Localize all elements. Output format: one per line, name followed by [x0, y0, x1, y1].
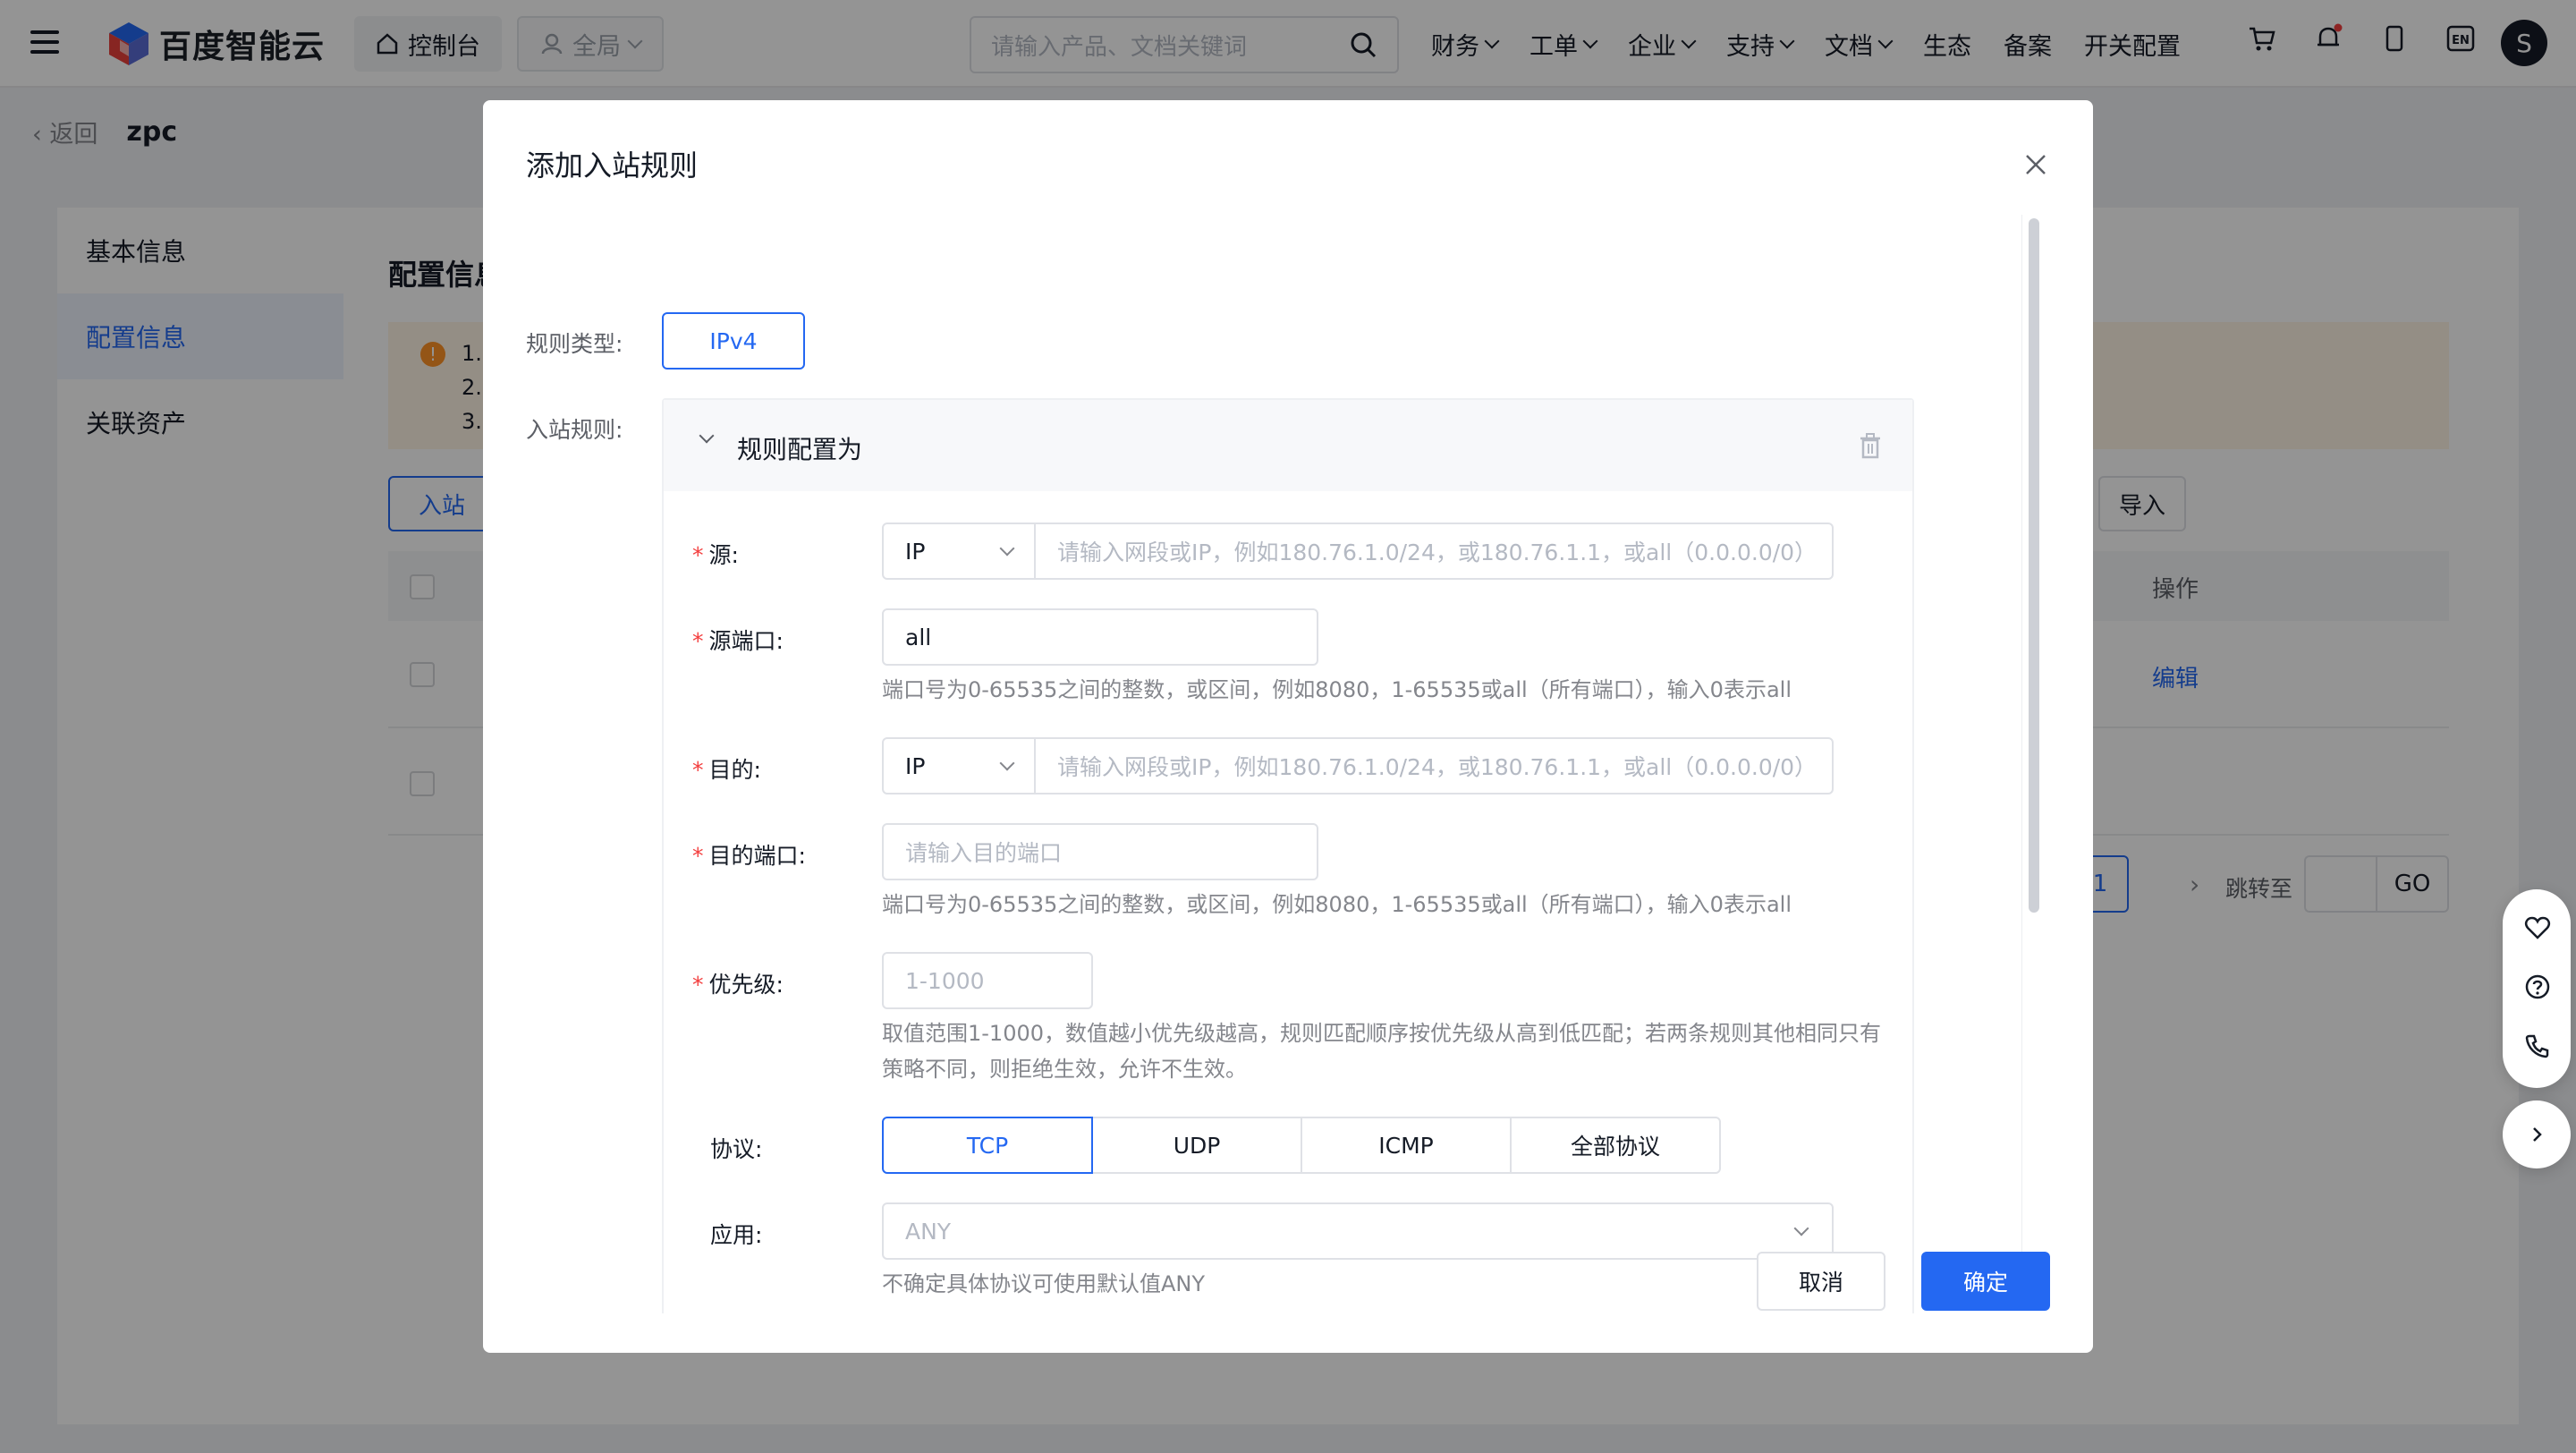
source-input[interactable]: 请输入网段或IP，例如180.76.1.0/24，或180.76.1.1，或al…	[1036, 535, 1817, 567]
expand-toolbar-button[interactable]	[2503, 1100, 2571, 1168]
heart-icon[interactable]	[2524, 914, 2551, 941]
dest-type-select[interactable]: IP	[884, 739, 1036, 793]
rule-panel-header[interactable]: 规则配置为	[664, 400, 1912, 491]
priority-hint-line2: 策略不同，则拒绝生效，允许不生效。	[882, 1057, 1247, 1082]
chevron-right-icon	[2533, 1127, 2542, 1142]
dest-port-label: * 目的端口:	[692, 843, 806, 869]
source-field: IP 请输入网段或IP，例如180.76.1.0/24，或180.76.1.1，…	[882, 523, 1834, 580]
protocol-option-all[interactable]: 全部协议	[1510, 1117, 1721, 1174]
chevron-down-icon	[1793, 1220, 1809, 1236]
source-port-label: * 源端口:	[692, 628, 784, 654]
app-value: ANY	[905, 1218, 952, 1245]
rule-config-panel: 规则配置为 * 源: IP 请输入网段或IP，例如180.76.1.0/24，或1…	[662, 398, 1914, 1313]
app-label: 应用:	[710, 1222, 763, 1248]
dest-port-placeholder: 请输入目的端口	[905, 840, 1063, 866]
cancel-button[interactable]: 取消	[1757, 1252, 1885, 1311]
help-icon[interactable]	[2524, 973, 2551, 1000]
protocol-option-icmp[interactable]: ICMP	[1301, 1117, 1512, 1174]
inbound-rule-label: 入站规则:	[526, 417, 623, 443]
floating-toolbar	[2503, 889, 2571, 1088]
close-icon[interactable]	[2021, 150, 2050, 179]
rule-type-ipv4-button[interactable]: IPv4	[662, 312, 805, 370]
dest-port-hint: 端口号为0-65535之间的整数，或区间，例如8080，1-65535或all（…	[882, 892, 1792, 917]
priority-placeholder: 1-1000	[905, 967, 985, 994]
dialog-scroll-thumb[interactable]	[2029, 218, 2039, 913]
add-inbound-rule-dialog: 添加入站规则 规则类型: IPv4 入站规则: 规则配置为 * 源: IP 请输入…	[483, 100, 2093, 1353]
protocol-selector: TCP UDP ICMP 全部协议	[882, 1117, 1721, 1174]
priority-hint-line1: 取值范围1-1000，数值越小优先级越高，规则匹配顺序按优先级从高到低匹配；若两…	[882, 1021, 1882, 1046]
source-port-input[interactable]: all	[882, 608, 1318, 666]
protocol-label: 协议:	[710, 1136, 763, 1162]
protocol-option-tcp[interactable]: TCP	[882, 1117, 1093, 1174]
protocol-option-udp[interactable]: UDP	[1091, 1117, 1302, 1174]
delete-trash-icon[interactable]	[1859, 432, 1882, 459]
dialog-title: 添加入站规则	[526, 149, 699, 183]
source-port-value: all	[905, 624, 932, 650]
phone-icon[interactable]	[2524, 1032, 2551, 1059]
confirm-button[interactable]: 确定	[1921, 1252, 2050, 1311]
chevron-down-icon	[999, 755, 1015, 771]
source-label: * 源:	[692, 542, 739, 568]
dialog-body: 规则类型: IPv4 入站规则: 规则配置为 * 源: IP 请输入网段或IP，例…	[483, 208, 2012, 1313]
chevron-down-icon	[999, 540, 1015, 557]
dest-input[interactable]: 请输入网段或IP，例如180.76.1.0/24，或180.76.1.1，或al…	[1036, 750, 1817, 782]
dest-field: IP 请输入网段或IP，例如180.76.1.0/24，或180.76.1.1，…	[882, 737, 1834, 794]
priority-input[interactable]: 1-1000	[882, 952, 1093, 1009]
rule-type-label: 规则类型:	[526, 331, 623, 357]
rule-section-title: 规则配置为	[737, 435, 863, 464]
priority-label: * 优先级:	[692, 972, 784, 998]
app-select[interactable]: ANY	[882, 1202, 1834, 1260]
dest-label: * 目的:	[692, 757, 761, 783]
source-port-hint: 端口号为0-65535之间的整数，或区间，例如8080，1-65535或all（…	[882, 677, 1792, 702]
chevron-down-icon[interactable]	[699, 428, 715, 444]
dest-port-input[interactable]: 请输入目的端口	[882, 823, 1318, 880]
source-type-select[interactable]: IP	[884, 524, 1036, 578]
app-hint: 不确定具体协议可使用默认值ANY	[882, 1271, 1206, 1296]
